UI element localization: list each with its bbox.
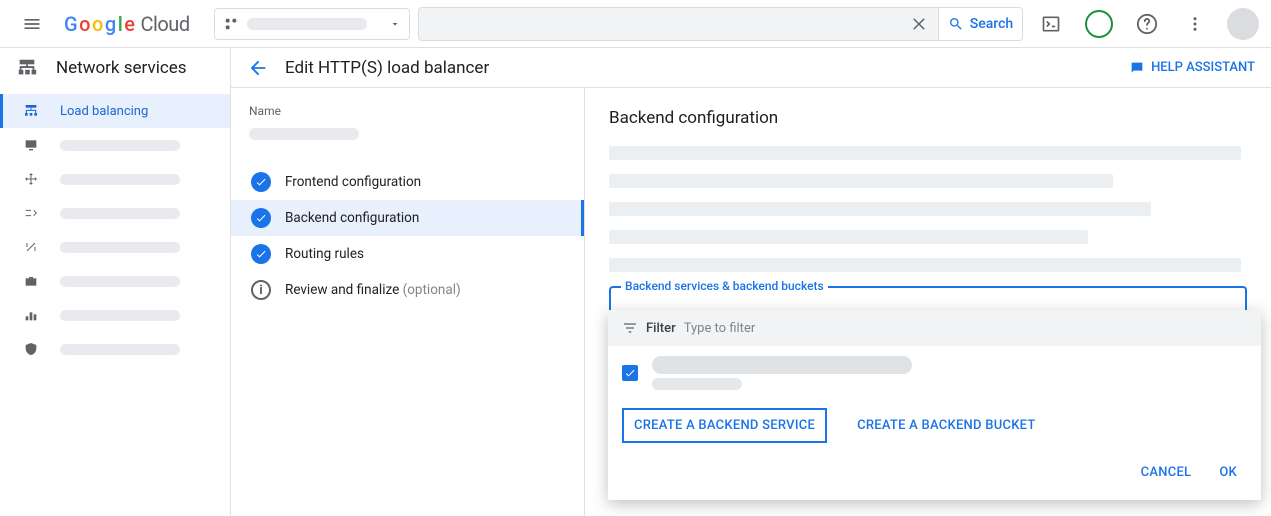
- more-menu-button[interactable]: [1175, 4, 1215, 44]
- chevron-down-icon: [389, 18, 401, 30]
- backend-dropdown-panel: Filter Type to filter CREATE A BA: [608, 310, 1261, 500]
- shield-icon: [22, 341, 40, 357]
- option-label: [652, 356, 912, 390]
- sidebar-item[interactable]: [0, 162, 230, 196]
- help-icon: [1136, 13, 1158, 35]
- sidebar-item[interactable]: [0, 230, 230, 264]
- sidebar-item[interactable]: [0, 264, 230, 298]
- check-icon: [251, 244, 271, 264]
- chat-icon: [1129, 60, 1145, 76]
- fieldset-legend: Backend services & backend buckets: [621, 279, 828, 293]
- back-button[interactable]: [247, 57, 269, 79]
- page-title: Edit HTTP(S) load balancer: [285, 58, 489, 78]
- network-services-icon: [16, 57, 38, 79]
- create-backend-bucket-button[interactable]: CREATE A BACKEND BUCKET: [847, 410, 1045, 441]
- dropdown-cancel-button[interactable]: CANCEL: [1131, 457, 1202, 488]
- sidebar-item-load-balancing[interactable]: Load balancing: [0, 94, 230, 128]
- step-backend[interactable]: Backend configuration: [231, 200, 584, 236]
- search-icon: [948, 16, 964, 32]
- circle-icon: [1085, 10, 1113, 38]
- terminal-icon: [1041, 14, 1061, 34]
- info-icon: i: [251, 280, 271, 300]
- step-label: Backend configuration: [285, 210, 419, 226]
- load-balancing-icon: [22, 103, 40, 119]
- step-review[interactable]: i Review and finalize (optional): [249, 272, 566, 308]
- name-value-placeholder: [249, 128, 359, 140]
- sidebar-item[interactable]: [0, 196, 230, 230]
- nav-menu-button[interactable]: [8, 0, 56, 48]
- check-icon: [251, 172, 271, 192]
- dropdown-filter[interactable]: Filter Type to filter: [608, 310, 1261, 346]
- device-icon: [22, 137, 40, 153]
- clear-search-button[interactable]: [902, 8, 938, 40]
- briefcase-icon: [22, 273, 40, 289]
- google-cloud-logo: Google Cloud: [64, 12, 190, 36]
- product-title: Network services: [0, 48, 230, 88]
- help-assistant-button[interactable]: HELP ASSISTANT: [1129, 60, 1255, 76]
- sidebar-item[interactable]: [0, 128, 230, 162]
- sidebar-item[interactable]: [0, 332, 230, 366]
- step-label: Review and finalize (optional): [285, 282, 461, 298]
- arrow-left-icon: [247, 57, 269, 79]
- filter-icon: [622, 320, 638, 336]
- connector-icon: [22, 239, 40, 255]
- step-label: Frontend configuration: [285, 174, 421, 190]
- project-selector[interactable]: [214, 8, 410, 40]
- route-icon: [22, 205, 40, 221]
- help-button[interactable]: [1127, 4, 1167, 44]
- check-icon: [251, 208, 271, 228]
- sidebar-item-label: Load balancing: [60, 104, 148, 119]
- more-vert-icon: [1186, 15, 1204, 33]
- sidebar-item[interactable]: [0, 298, 230, 332]
- dropdown-ok-button[interactable]: OK: [1209, 457, 1247, 488]
- analytics-icon: [22, 307, 40, 323]
- account-avatar[interactable]: [1223, 4, 1263, 44]
- name-label: Name: [249, 104, 566, 118]
- backend-option[interactable]: [608, 346, 1261, 400]
- step-label: Routing rules: [285, 246, 364, 262]
- move-icon: [22, 171, 40, 187]
- status-indicator[interactable]: [1079, 4, 1119, 44]
- backend-config-title: Backend configuration: [609, 108, 1247, 128]
- step-frontend[interactable]: Frontend configuration: [249, 164, 566, 200]
- cloud-shell-button[interactable]: [1031, 4, 1071, 44]
- avatar-icon: [1227, 8, 1259, 40]
- checkbox-checked[interactable]: [622, 365, 638, 381]
- step-routing[interactable]: Routing rules: [249, 236, 566, 272]
- close-icon: [911, 15, 929, 33]
- search-button[interactable]: Search: [938, 8, 1022, 40]
- create-backend-service-button[interactable]: CREATE A BACKEND SERVICE: [622, 408, 827, 443]
- search-input[interactable]: [419, 8, 902, 40]
